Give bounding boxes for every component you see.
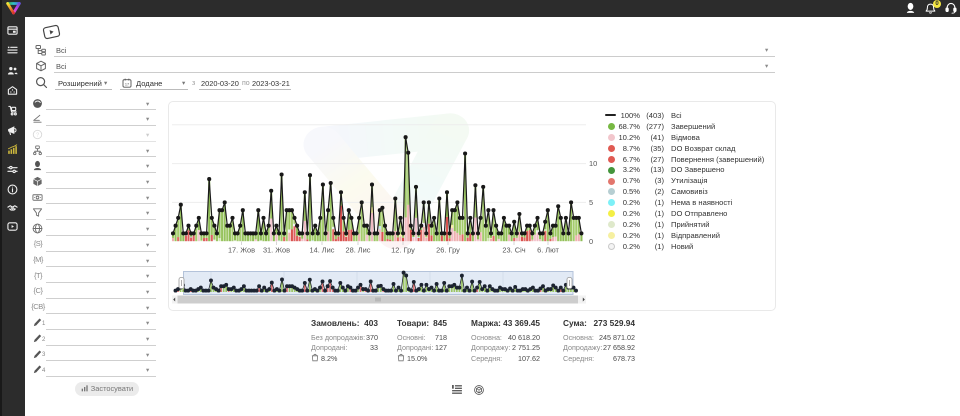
svg-text:14. Лис: 14. Лис: [309, 246, 334, 255]
svg-text:23. Січ: 23. Січ: [502, 246, 525, 255]
svg-text:26. Гру: 26. Гру: [436, 246, 460, 255]
svg-text:?: ?: [36, 132, 39, 138]
svg-text:17. Жов: 17. Жов: [228, 246, 255, 255]
svg-text:0: 0: [589, 237, 593, 246]
svg-text:5: 5: [589, 198, 593, 207]
svg-text:6. Лют: 6. Лют: [537, 246, 559, 255]
svg-text:17: 17: [125, 82, 129, 86]
svg-text:28. Лис: 28. Лис: [345, 246, 370, 255]
svg-text:12. Гру: 12. Гру: [391, 246, 415, 255]
svg-text:10: 10: [589, 159, 597, 168]
svg-text:31. Жов: 31. Жов: [263, 246, 290, 255]
